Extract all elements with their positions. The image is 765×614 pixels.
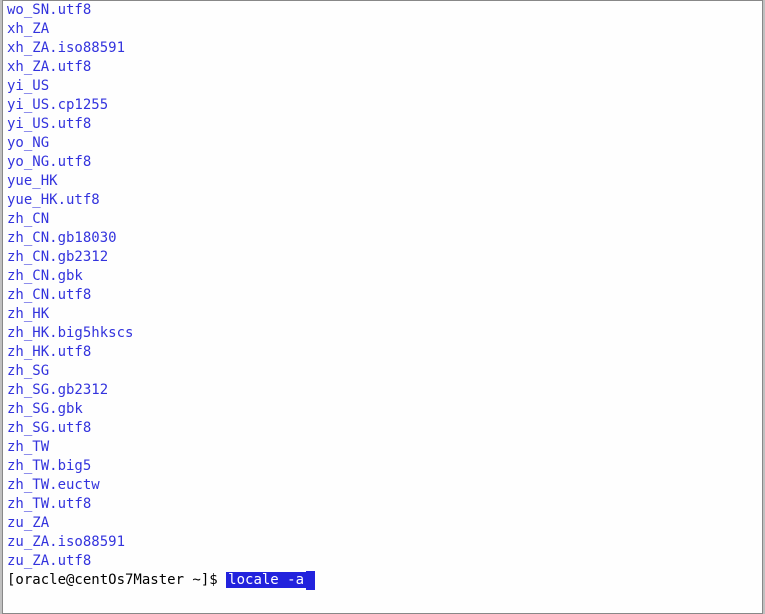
output-line: zh_CN.gbk: [7, 267, 758, 286]
output-line: zh_TW.euctw: [7, 476, 758, 495]
output-line: xh_ZA.utf8: [7, 58, 758, 77]
shell-prompt: [oracle@centOs7Master ~]$: [7, 572, 226, 588]
terminal-output: wo_SN.utf8 xh_ZA xh_ZA.iso88591 xh_ZA.ut…: [7, 1, 758, 571]
output-line: zh_CN.gb2312: [7, 248, 758, 267]
output-line: xh_ZA.iso88591: [7, 39, 758, 58]
output-line: yue_HK: [7, 172, 758, 191]
cursor-icon: [306, 571, 315, 590]
output-line: wo_SN.utf8: [7, 1, 758, 20]
output-line: xh_ZA: [7, 20, 758, 39]
output-line: yi_US.cp1255: [7, 96, 758, 115]
command-input[interactable]: locale -a: [226, 572, 306, 588]
output-line: zh_CN.gb18030: [7, 229, 758, 248]
output-line: yo_NG.utf8: [7, 153, 758, 172]
output-line: zu_ZA: [7, 514, 758, 533]
terminal-window[interactable]: wo_SN.utf8 xh_ZA xh_ZA.iso88591 xh_ZA.ut…: [2, 0, 763, 614]
output-line: zh_TW.utf8: [7, 495, 758, 514]
output-line: zh_SG.gb2312: [7, 381, 758, 400]
output-line: yi_US.utf8: [7, 115, 758, 134]
output-line: zh_HK: [7, 305, 758, 324]
output-line: yue_HK.utf8: [7, 191, 758, 210]
output-line: zh_TW.big5: [7, 457, 758, 476]
output-line: zh_CN: [7, 210, 758, 229]
output-line: zh_TW: [7, 438, 758, 457]
output-line: zu_ZA.iso88591: [7, 533, 758, 552]
output-line: zh_HK.utf8: [7, 343, 758, 362]
output-line: zh_SG: [7, 362, 758, 381]
output-line: zh_SG.gbk: [7, 400, 758, 419]
output-line: yo_NG: [7, 134, 758, 153]
output-line: zh_CN.utf8: [7, 286, 758, 305]
prompt-line[interactable]: [oracle@centOs7Master ~]$ locale -a: [7, 571, 758, 590]
output-line: zh_SG.utf8: [7, 419, 758, 438]
output-line: zh_HK.big5hkscs: [7, 324, 758, 343]
output-line: yi_US: [7, 77, 758, 96]
output-line: zu_ZA.utf8: [7, 552, 758, 571]
